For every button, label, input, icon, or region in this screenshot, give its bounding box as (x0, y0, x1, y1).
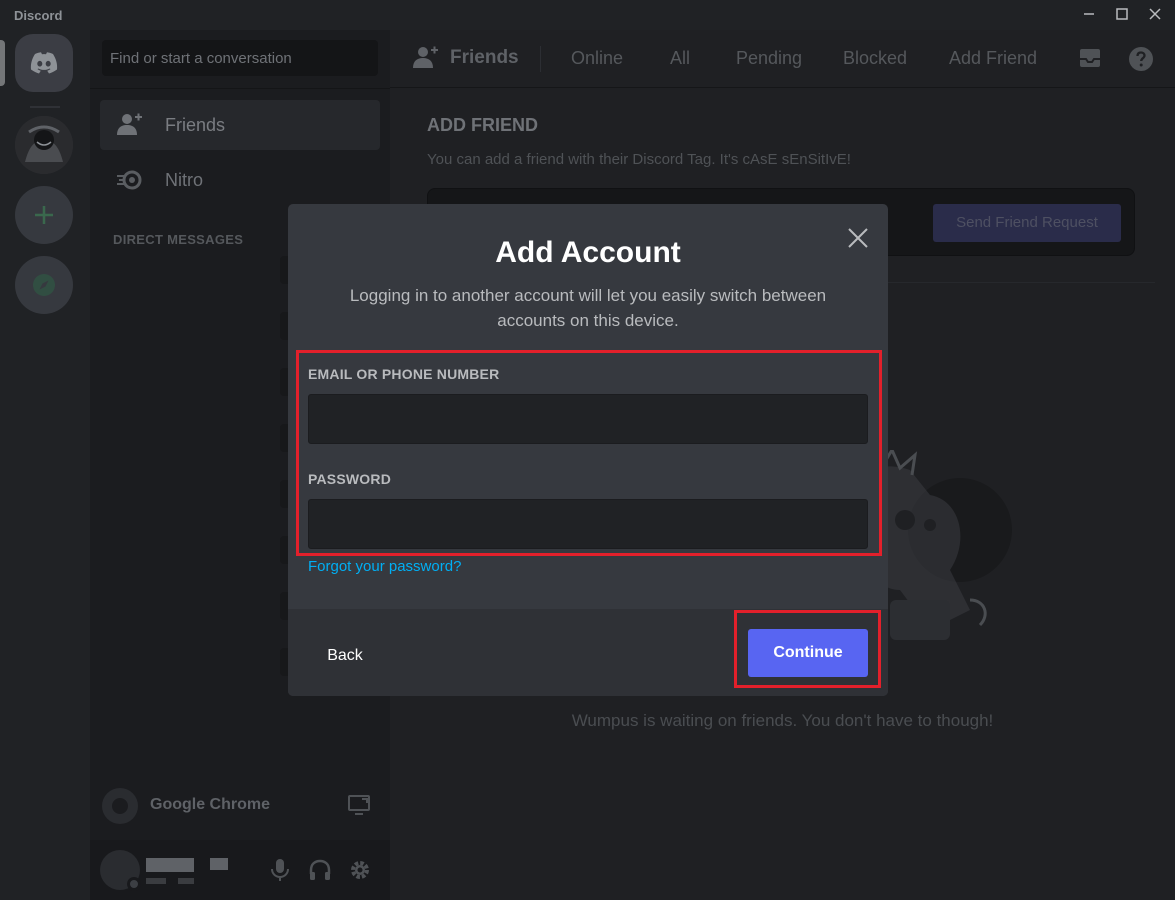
empty-state-message: Wumpus is waiting on friends. You don't … (571, 711, 994, 730)
add-account-modal: Add Account Logging in to another accoun… (288, 204, 888, 696)
minimize-icon[interactable] (1077, 4, 1101, 26)
user-panel (90, 840, 390, 900)
friends-icon (412, 46, 440, 75)
search-input[interactable]: Find or start a conversation (102, 40, 378, 76)
discord-app: Discord Find or start a conversation Fri… (0, 0, 1175, 900)
email-field[interactable] (308, 394, 868, 444)
compass-icon (33, 274, 55, 296)
direct-messages-header: DIRECT MESSAGES (113, 232, 244, 247)
back-button[interactable]: Back (310, 637, 380, 675)
continue-button[interactable]: Continue (748, 629, 868, 677)
password-field[interactable] (308, 499, 868, 549)
toolbar-divider (540, 46, 541, 72)
forgot-password-link[interactable]: Forgot your password? (308, 558, 461, 575)
help-icon[interactable] (1128, 46, 1154, 77)
home-button[interactable] (15, 34, 73, 92)
tab-add-friend[interactable]: Add Friend (949, 48, 1037, 69)
plus-icon (35, 206, 53, 224)
email-label: EMAIL OR PHONE NUMBER (308, 366, 500, 382)
server-avatar-icon (15, 116, 73, 174)
avatar[interactable] (100, 850, 141, 891)
inbox-icon[interactable] (1078, 46, 1102, 75)
redacted-username (146, 858, 194, 872)
rail-selection-pill (0, 40, 5, 86)
friends-icon (116, 113, 144, 142)
sidebar-item-friends[interactable]: Friends (100, 100, 380, 150)
server-rail (0, 30, 90, 900)
maximize-icon[interactable] (1110, 4, 1134, 26)
tab-online[interactable]: Online (571, 48, 623, 69)
sidebar-item-label: Friends (165, 115, 226, 135)
chrome-icon (102, 788, 138, 824)
redacted-tag (178, 878, 194, 884)
status-indicator (127, 877, 141, 891)
page-title: Friends (450, 47, 519, 68)
sidebar-item-label: Nitro (165, 170, 204, 190)
modal-footer: Back Continue (288, 609, 888, 696)
tab-pending[interactable]: Pending (736, 48, 802, 69)
title-bar: Discord (0, 0, 1175, 30)
add-server-button[interactable] (15, 186, 73, 244)
discord-logo-icon (30, 52, 58, 74)
tab-all[interactable]: All (670, 48, 690, 69)
password-label: PASSWORD (308, 471, 392, 487)
activity-label: Google Chrome (150, 796, 271, 813)
friends-toolbar: Friends Online All Pending Blocked Add F… (390, 30, 1175, 88)
app-title: Discord (14, 8, 63, 23)
close-window-icon[interactable] (1143, 4, 1167, 26)
explore-servers-button[interactable] (15, 256, 73, 314)
activity-panel[interactable]: Google Chrome (90, 780, 390, 830)
redacted-tag (146, 878, 166, 884)
headphones-icon[interactable] (308, 858, 332, 887)
add-friend-description: You can add a friend with their Discord … (427, 151, 851, 168)
rail-separator (30, 106, 60, 108)
send-friend-request-button[interactable]: Send Friend Request (933, 204, 1121, 242)
settings-gear-icon[interactable] (348, 858, 372, 887)
tab-blocked[interactable]: Blocked (843, 48, 907, 69)
screen-share-icon[interactable] (348, 794, 372, 821)
server-icon[interactable] (15, 116, 73, 174)
sidebar-divider (90, 88, 390, 89)
nitro-icon (116, 168, 144, 197)
sidebar-item-nitro[interactable]: Nitro (100, 155, 380, 205)
add-friend-heading: ADD FRIEND (427, 115, 538, 135)
modal-title: Add Account (495, 236, 681, 269)
microphone-icon[interactable] (270, 858, 290, 887)
modal-subtitle: Logging in to another account will let y… (349, 286, 827, 330)
redacted-username (210, 858, 228, 870)
